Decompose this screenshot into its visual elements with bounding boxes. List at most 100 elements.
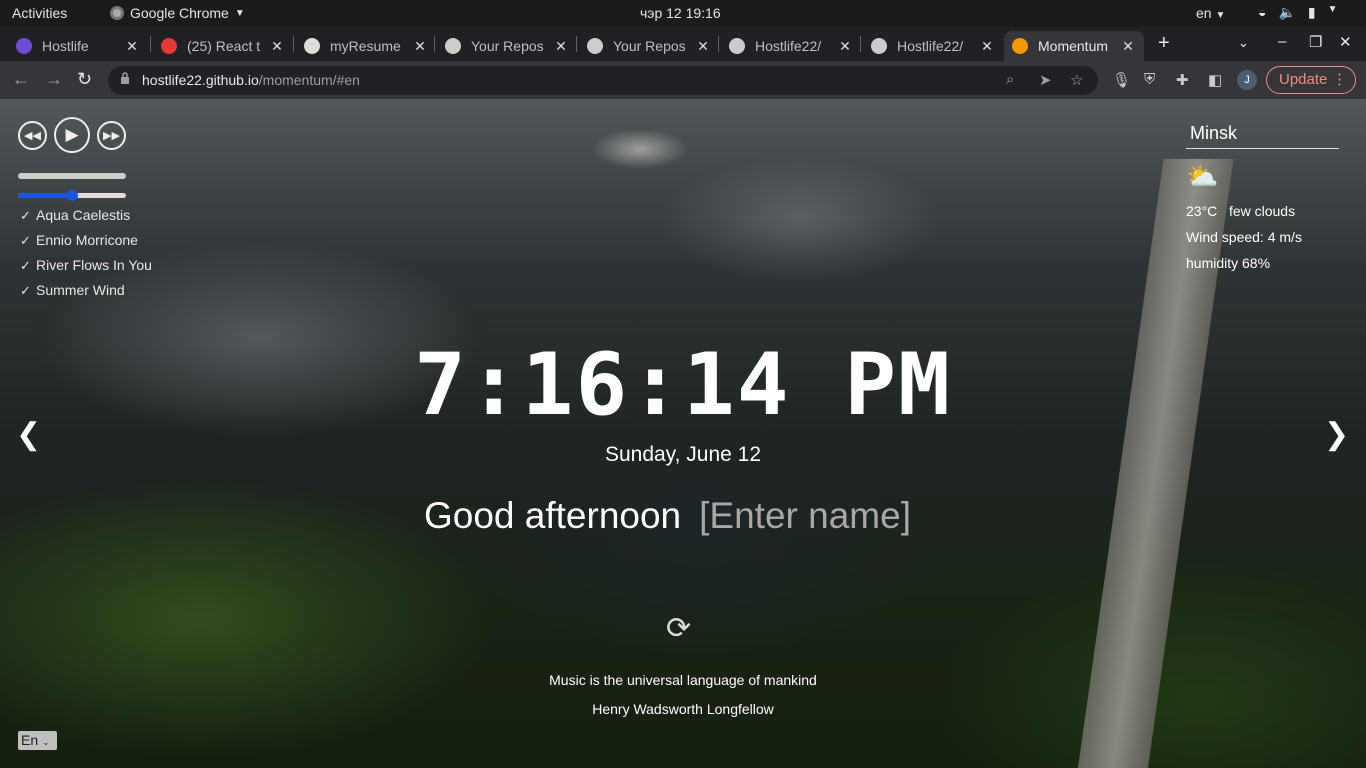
wind-speed: Wind speed: 4 m/s xyxy=(1186,229,1302,245)
github-icon xyxy=(445,38,461,54)
tab-separator xyxy=(860,36,861,52)
city-input[interactable]: Minsk xyxy=(1186,119,1339,149)
tab-title: Your Repos xyxy=(471,38,544,54)
tab-title: Momentum xyxy=(1038,38,1109,54)
close-tab-icon[interactable]: ✕ xyxy=(124,38,140,55)
url-path: /momentum/#en xyxy=(258,72,360,88)
language-select[interactable]: En ⌄ xyxy=(18,731,57,750)
volume-fill xyxy=(18,193,72,198)
tab-separator xyxy=(576,36,577,52)
tab-separator xyxy=(718,36,719,52)
reload-button[interactable]: ↻ xyxy=(77,69,92,90)
avatar[interactable]: J xyxy=(1237,70,1257,90)
quote-text: Music is the universal language of manki… xyxy=(549,672,817,688)
playlist-item[interactable]: ✓ Summer Wind xyxy=(20,278,152,303)
zoom-icon[interactable]: ⌕ xyxy=(1006,71,1014,88)
humidity: humidity 68% xyxy=(1186,255,1271,271)
weather-widget: Minsk ⛅ 23°C few clouds Wind speed: 4 m/… xyxy=(1186,119,1339,271)
tab-6[interactable]: Hostlife22/ ✕ xyxy=(721,31,861,61)
microphone-icon[interactable]: 🎙 xyxy=(1112,71,1131,89)
github-icon xyxy=(587,38,603,54)
tab-3[interactable]: myResume ✕ xyxy=(296,31,436,61)
back-button[interactable]: ← xyxy=(12,69,30,90)
github-icon xyxy=(729,38,745,54)
weather-summary: 23°C few clouds xyxy=(1186,203,1339,219)
volume-icon: 🔈 xyxy=(1278,4,1296,20)
greeting-text: Good afternoon xyxy=(424,495,682,536)
os-top-bar: Activities Google Chrome ▼ чэр 12 19:16 … xyxy=(0,0,1366,27)
partly-cloudy-icon: ⛅ xyxy=(1186,161,1219,191)
chevron-down-icon: ⌄ xyxy=(42,737,50,747)
tab-title: (25) React t xyxy=(187,38,261,54)
playlist-item[interactable]: ✓ Ennio Morricone xyxy=(20,228,152,253)
tab-8[interactable]: Momentum ✕ xyxy=(1004,31,1144,61)
play-icon: ▶ xyxy=(65,125,79,144)
track-progress-bar[interactable] xyxy=(18,173,126,179)
play-button[interactable]: ▶ xyxy=(54,117,90,153)
tab-7[interactable]: Hostlife22/ ✕ xyxy=(863,31,1003,61)
chevron-down-icon: ▼ xyxy=(234,7,245,19)
address-bar[interactable]: hostlife22.github.io/momentum/#en ⌕ ➤ ☆ xyxy=(108,66,1098,95)
app-name: Google Chrome xyxy=(130,5,229,21)
system-tray[interactable]: ◒ 🔈 ▮ ▼ xyxy=(1258,4,1338,21)
momentum-icon xyxy=(16,38,32,54)
clock-time: 7:16:14 PM xyxy=(414,335,952,435)
close-tab-icon[interactable]: ✕ xyxy=(695,38,711,55)
check-icon: ✓ xyxy=(20,258,31,273)
bookmark-star-icon[interactable]: ☆ xyxy=(1070,71,1083,89)
next-track-button[interactable]: ▶▶ xyxy=(97,121,126,150)
keyboard-layout[interactable]: en ▼ xyxy=(1196,5,1225,21)
maximize-button[interactable]: ❐ xyxy=(1309,33,1322,51)
refresh-icon: ⟳ xyxy=(666,612,692,645)
check-icon: ✓ xyxy=(20,233,31,248)
weather-description: few clouds xyxy=(1228,203,1296,219)
momentum-page: ◀◀ ▶ ▶▶ ✓ Aqua Caelestis ✓ Ennio Morricone ✓… xyxy=(0,99,1366,768)
close-tab-icon[interactable]: ✕ xyxy=(412,38,428,55)
system-clock[interactable]: чэр 12 19:16 xyxy=(640,5,721,21)
tab-separator xyxy=(293,36,294,52)
check-icon: ✓ xyxy=(20,283,31,298)
track-title: River Flows In You xyxy=(36,257,152,273)
clock-date: Sunday, June 12 xyxy=(604,443,762,466)
shield-icon[interactable]: ⛨ xyxy=(1144,71,1155,88)
change-quote-button[interactable]: ⟳ xyxy=(666,611,691,646)
update-button[interactable]: Update ⋮ xyxy=(1266,66,1356,94)
url-host: hostlife22.github.io xyxy=(142,72,259,88)
send-icon[interactable]: ➤ xyxy=(1039,71,1052,89)
github-icon xyxy=(871,38,887,54)
close-tab-icon[interactable]: ✕ xyxy=(553,38,569,55)
side-panel-icon[interactable]: ◧ xyxy=(1208,71,1222,89)
name-input[interactable]: [Enter name] xyxy=(699,495,911,537)
activities-button[interactable]: Activities xyxy=(12,5,67,21)
battery-icon: ▮ xyxy=(1307,4,1316,20)
close-tab-icon[interactable]: ✕ xyxy=(979,38,995,55)
playlist-item[interactable]: ✓ Aqua Caelestis xyxy=(20,203,152,228)
close-window-button[interactable]: ✕ xyxy=(1339,33,1352,51)
volume-slider[interactable] xyxy=(18,190,126,201)
tab-2[interactable]: (25) React t ✕ xyxy=(153,31,293,61)
tab-1[interactable]: Hostlife ✕ xyxy=(8,31,148,61)
playlist-item[interactable]: ✓ River Flows In You xyxy=(20,253,152,278)
minimize-button[interactable]: – xyxy=(1278,33,1286,50)
chrome-icon xyxy=(110,6,124,20)
forward-button[interactable]: → xyxy=(45,69,63,90)
close-tab-icon[interactable]: ✕ xyxy=(837,38,853,55)
volume-knob[interactable] xyxy=(67,190,78,201)
youtube-icon xyxy=(161,38,177,54)
browser-toolbar: ← → ↻ hostlife22.github.io/momentum/#en … xyxy=(0,61,1366,99)
extensions-icon[interactable]: ✚ xyxy=(1176,71,1189,89)
update-label: Update xyxy=(1279,71,1328,88)
previous-track-button[interactable]: ◀◀ xyxy=(18,121,47,150)
close-tab-icon[interactable]: ✕ xyxy=(1120,38,1136,55)
app-menu[interactable]: Google Chrome ▼ xyxy=(110,5,245,21)
fast-forward-icon: ▶▶ xyxy=(103,130,120,142)
tab-4[interactable]: Your Repos ✕ xyxy=(437,31,577,61)
tab-search-button[interactable]: ⌄ xyxy=(1238,35,1249,51)
tab-separator xyxy=(434,36,435,52)
greeting: Good afternoon [Enter name] xyxy=(424,495,911,537)
chevron-down-icon: ▼ xyxy=(1215,10,1226,21)
track-title: Summer Wind xyxy=(36,282,125,298)
new-tab-button[interactable]: + xyxy=(1158,32,1170,55)
close-tab-icon[interactable]: ✕ xyxy=(269,38,285,55)
tab-5[interactable]: Your Repos ✕ xyxy=(579,31,719,61)
